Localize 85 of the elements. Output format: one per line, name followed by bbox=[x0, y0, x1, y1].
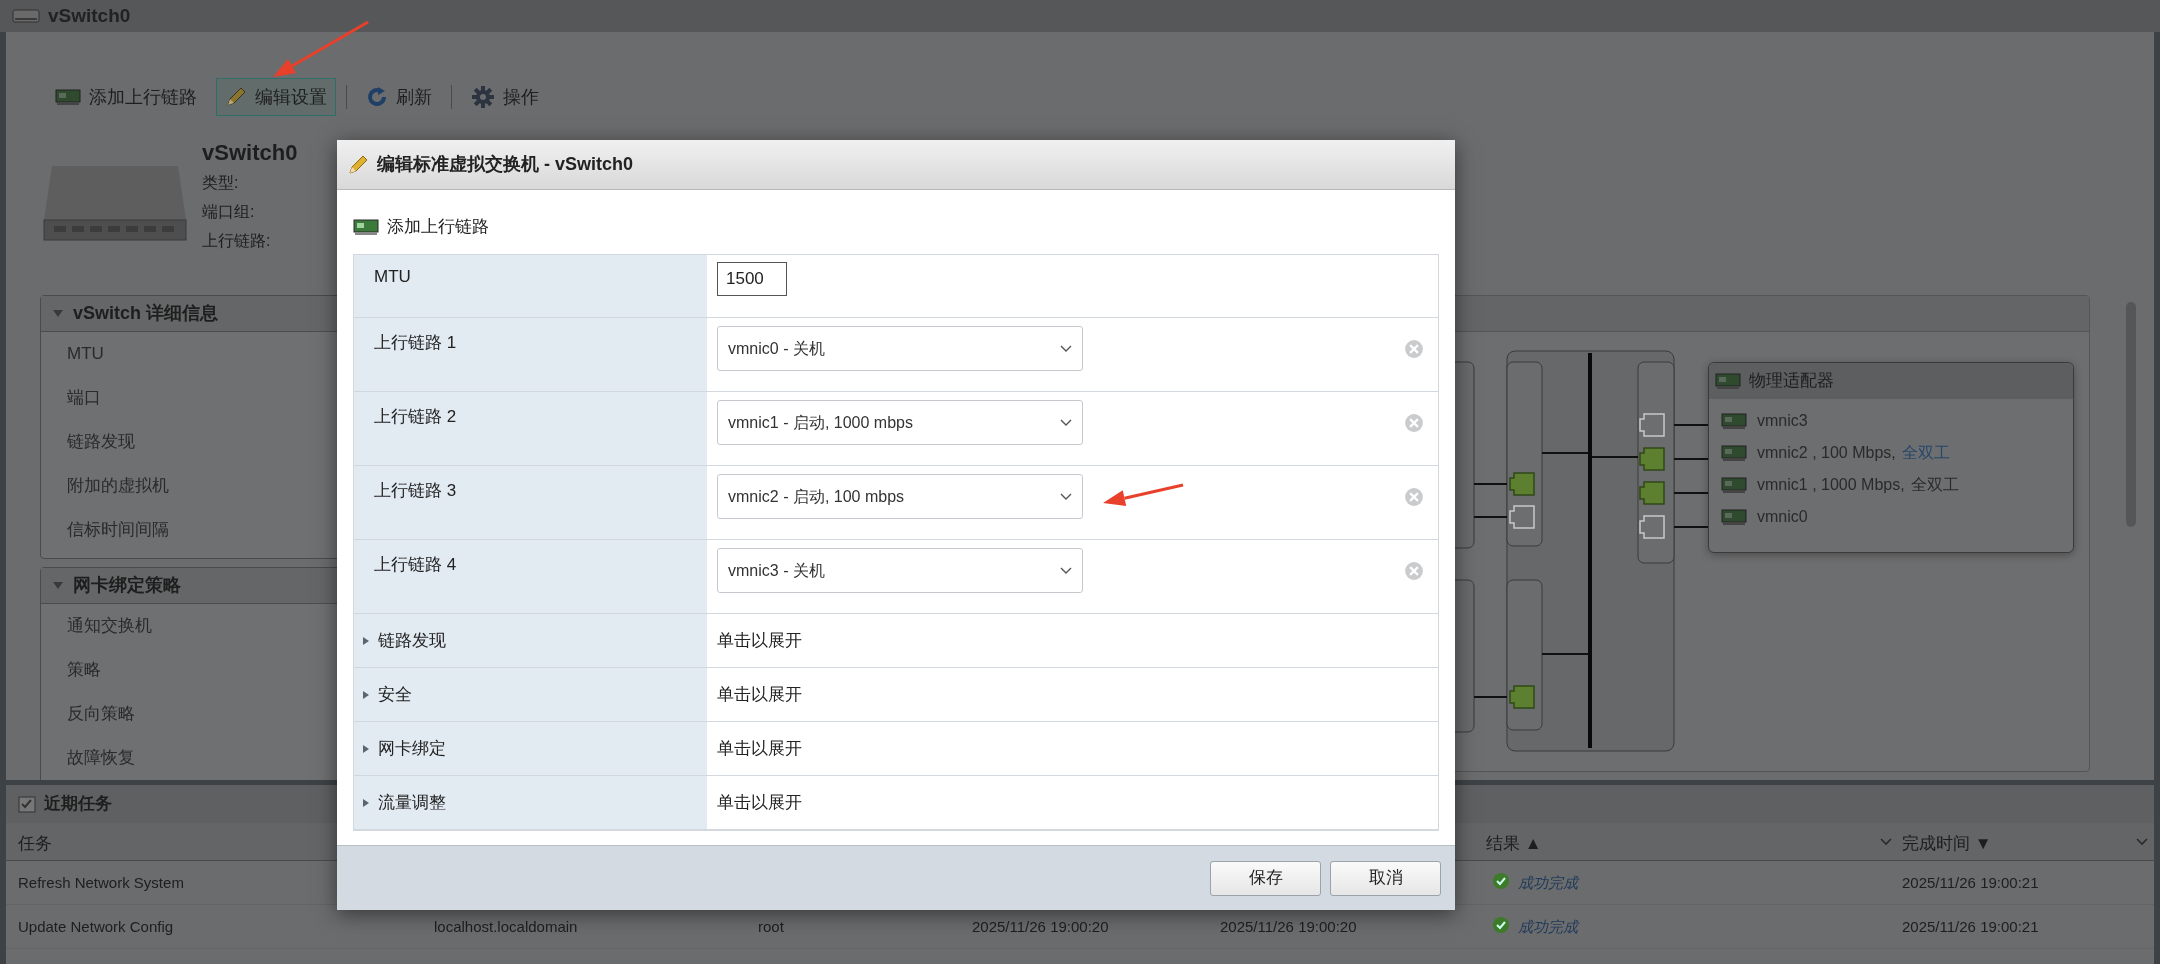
window-title: vSwitch0 bbox=[48, 3, 131, 28]
pencil-icon bbox=[225, 86, 247, 108]
field-label: 类型: bbox=[202, 173, 240, 193]
table-cell-text: 2025/11/26 19:00:21 bbox=[1902, 873, 2039, 893]
status-text: 成功完成 bbox=[1518, 873, 1578, 893]
network-card-icon bbox=[353, 218, 379, 236]
panel-title: 网卡绑定策略 bbox=[73, 574, 181, 597]
adapter-label: vmnic3 bbox=[1757, 411, 1808, 431]
dialog-button[interactable]: 取消 bbox=[1330, 860, 1441, 896]
field-label: 上行链路: bbox=[202, 231, 272, 251]
expand-icon[interactable] bbox=[362, 635, 370, 646]
collapse-icon[interactable] bbox=[53, 309, 63, 318]
section-label[interactable]: 安全 bbox=[378, 681, 412, 708]
uplink-dropdown[interactable]: vmnic0 - 关机 bbox=[717, 326, 1083, 371]
property-label: 端口 bbox=[67, 387, 101, 410]
adapter-label: vmnic2 , 100 Mbps, bbox=[1757, 443, 1896, 463]
remove-icon[interactable] bbox=[1404, 413, 1424, 433]
property-label: 信标时间间隔 bbox=[67, 519, 169, 542]
section-hint: 单击以展开 bbox=[717, 683, 802, 706]
caret-icon bbox=[1060, 566, 1072, 575]
property-label: 链路发现 bbox=[67, 431, 135, 454]
expand-icon[interactable] bbox=[362, 797, 370, 808]
dialog-button[interactable]: 保存 bbox=[1210, 860, 1321, 896]
dropdown-caret-icon[interactable] bbox=[1880, 838, 1892, 846]
remove-icon[interactable] bbox=[1404, 561, 1424, 581]
table-cell-text: 2025/11/26 19:00:20 bbox=[972, 917, 1109, 937]
caret-icon bbox=[1060, 418, 1072, 427]
table-cell-text: 2025/11/26 19:00:21 bbox=[1902, 917, 2039, 937]
collapse-icon[interactable] bbox=[53, 581, 63, 590]
property-label: MTU bbox=[67, 343, 104, 366]
adapter-label: vmnic0 bbox=[1757, 507, 1808, 527]
remove-icon[interactable] bbox=[1404, 487, 1424, 507]
refresh-icon bbox=[366, 86, 388, 108]
field-label: 上行链路 3 bbox=[374, 481, 457, 500]
panel-title: 近期任务 bbox=[44, 793, 112, 816]
uplink-dropdown[interactable]: vmnic1 - 启动, 1000 mbps bbox=[717, 400, 1083, 445]
duplex-label: 全双工 bbox=[1910, 475, 1959, 495]
network-card-icon bbox=[1715, 372, 1741, 390]
field-label: 上行链路 2 bbox=[374, 407, 457, 426]
panel-title: 物理适配器 bbox=[1749, 370, 1834, 393]
section-hint: 单击以展开 bbox=[717, 737, 802, 760]
property-label: 反向策略 bbox=[67, 703, 135, 726]
property-label: 故障恢复 bbox=[67, 747, 135, 770]
field-label: 上行链路 4 bbox=[374, 555, 457, 574]
expand-icon[interactable] bbox=[362, 689, 370, 700]
section-label[interactable]: 流量调整 bbox=[378, 789, 446, 816]
property-label: 策略 bbox=[67, 659, 101, 682]
field-label: 上行链路 1 bbox=[374, 333, 457, 352]
caret-icon bbox=[1060, 492, 1072, 501]
network-card-icon bbox=[1721, 476, 1747, 494]
add-uplink-button[interactable]: 添加上行链路 bbox=[353, 212, 489, 242]
table-cell-text: Update Network Config bbox=[18, 917, 174, 937]
success-icon bbox=[1492, 916, 1510, 934]
status-text: 成功完成 bbox=[1518, 917, 1578, 937]
section-label[interactable]: 网卡绑定 bbox=[378, 735, 446, 762]
caret-icon bbox=[1060, 344, 1072, 353]
mtu-input[interactable]: 1500 bbox=[717, 262, 787, 296]
remove-icon[interactable] bbox=[1404, 339, 1424, 359]
pencil-icon bbox=[347, 153, 369, 176]
adapter-label: vmnic1 , 1000 Mbps, bbox=[1757, 475, 1905, 495]
uplink-dropdown[interactable]: vmnic3 - 关机 bbox=[717, 548, 1083, 593]
network-card-icon bbox=[1721, 444, 1747, 462]
property-label: 通知交换机 bbox=[67, 615, 152, 638]
section-hint: 单击以展开 bbox=[717, 629, 802, 652]
field-label: MTU bbox=[374, 267, 411, 286]
tasks-icon bbox=[18, 795, 36, 813]
network-card-icon bbox=[55, 88, 81, 106]
field-label: 端口组: bbox=[202, 202, 256, 222]
dialog-title: 编辑标准虚拟交换机 - vSwitch0 bbox=[377, 153, 634, 176]
switch-icon bbox=[12, 7, 40, 25]
property-label: 附加的虚拟机 bbox=[67, 475, 169, 498]
expand-icon[interactable] bbox=[362, 743, 370, 754]
uplink-dropdown[interactable]: vmnic2 - 启动, 100 mbps bbox=[717, 474, 1083, 519]
dropdown-caret-icon[interactable] bbox=[2136, 838, 2148, 846]
table-cell-text: Refresh Network System bbox=[18, 873, 184, 893]
success-icon bbox=[1492, 872, 1510, 890]
table-cell-text: 2025/11/26 19:00:20 bbox=[1220, 917, 1357, 937]
panel-title: vSwitch 详细信息 bbox=[73, 302, 219, 325]
table-cell-text: localhost.localdomain bbox=[434, 917, 578, 937]
section-hint: 单击以展开 bbox=[717, 791, 802, 814]
table-cell-text: root bbox=[758, 917, 784, 937]
network-card-icon bbox=[1721, 412, 1747, 430]
section-label[interactable]: 链路发现 bbox=[378, 627, 446, 654]
switch-name: vSwitch0 bbox=[202, 139, 298, 167]
network-card-icon bbox=[1721, 508, 1747, 526]
